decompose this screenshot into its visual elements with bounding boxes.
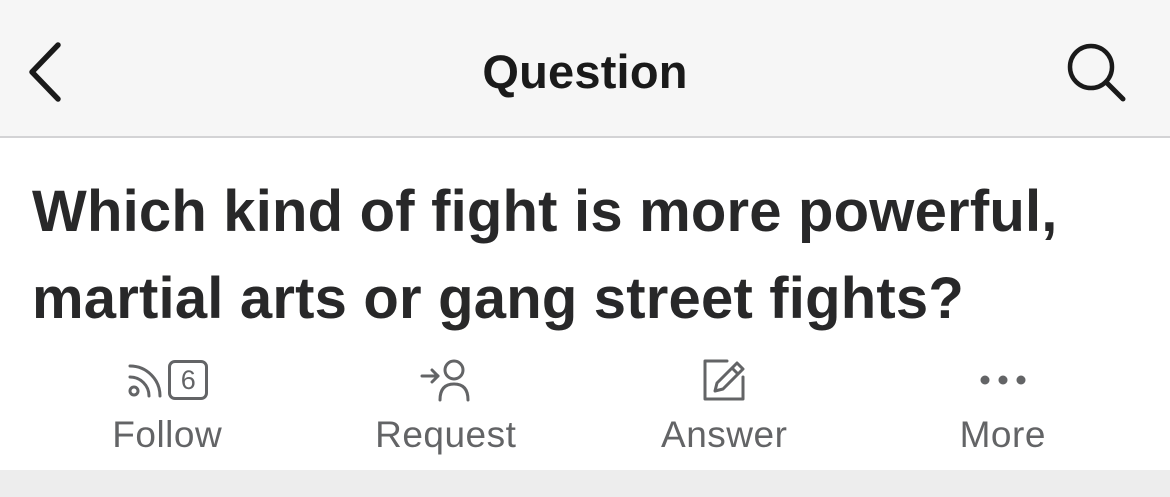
follow-button[interactable]: 6 Follow [28, 354, 307, 464]
page-title: Question [482, 45, 688, 98]
question-action-bar: 6 Follow Request Answer More [28, 354, 1142, 464]
follow-icon-group: 6 [126, 354, 209, 406]
more-dots-icon [980, 375, 1026, 385]
question-title: Which kind of fight is more powerful, ma… [32, 179, 1058, 331]
section-divider [0, 470, 1170, 497]
request-label: Request [375, 414, 517, 455]
rss-icon [128, 364, 162, 398]
more-label: More [959, 414, 1046, 455]
follow-label: Follow [112, 414, 223, 455]
search-icon [1067, 43, 1126, 102]
answer-button[interactable]: Answer [585, 354, 864, 464]
top-nav-bar: Question [0, 0, 1170, 138]
edit-pencil-icon [703, 359, 745, 401]
request-user-icon [420, 359, 470, 402]
more-button[interactable]: More [864, 354, 1143, 464]
follow-count-badge: 6 [168, 360, 209, 400]
request-button[interactable]: Request [307, 354, 586, 464]
search-button[interactable] [1062, 40, 1130, 104]
answer-label: Answer [661, 414, 788, 455]
